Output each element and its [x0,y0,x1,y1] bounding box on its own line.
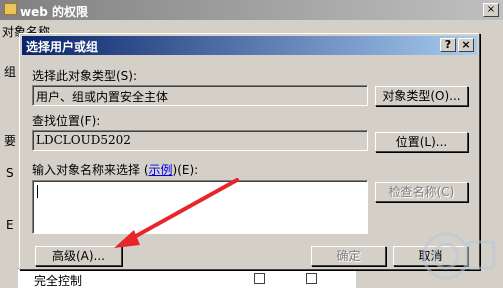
dialog-titlebar: 选择用户或组 ? × [22,36,477,55]
text-caret [37,185,38,198]
background-titlebar: web 的权限 × [0,0,503,20]
deny-checkbox[interactable] [306,273,317,284]
object-type-label: 选择此对象类型(S): [32,69,138,83]
background-partial-label: E [6,218,14,232]
enter-names-label-prefix: 输入对象名称来选择 ( [32,163,149,177]
locations-button[interactable]: 位置(L)... [375,132,468,152]
enter-names-label-suffix: )(E): [172,163,199,177]
close-button[interactable]: × [458,38,474,52]
object-types-button[interactable]: 对象类型(O)... [375,86,468,106]
permission-row-label: 完全控制 [34,274,83,288]
background-partial-label: 要 [4,134,17,148]
background-partial-label: S [6,166,14,180]
enter-names-label: 输入对象名称来选择 (示例)(E): [32,161,198,178]
background-partial-label: 组 [4,65,17,79]
examples-link[interactable]: 示例 [149,163,173,177]
background-window-title: web 的权限 [20,5,88,19]
watermark-logo [422,232,496,280]
folder-icon [4,3,17,15]
background-close-button[interactable]: × [483,3,499,17]
check-names-button[interactable]: 检查名称(C) [375,182,468,202]
location-field: LDCLOUD5202 [32,130,368,151]
object-names-input[interactable] [32,180,368,234]
dialog-title: 选择用户或组 [26,40,99,54]
location-label: 查找位置(F): [32,114,101,128]
select-users-dialog: 选择用户或组 ? × 选择此对象类型(S): 用户、组或内置安全主体 对象类型(… [19,33,480,270]
background-side-panel [0,20,18,288]
ok-button[interactable]: 确定 [311,246,386,266]
help-button[interactable]: ? [440,38,456,52]
allow-checkbox[interactable] [254,273,265,284]
advanced-button[interactable]: 高级(A)... [35,246,122,266]
object-type-field: 用户、组或内置安全主体 [32,85,368,106]
